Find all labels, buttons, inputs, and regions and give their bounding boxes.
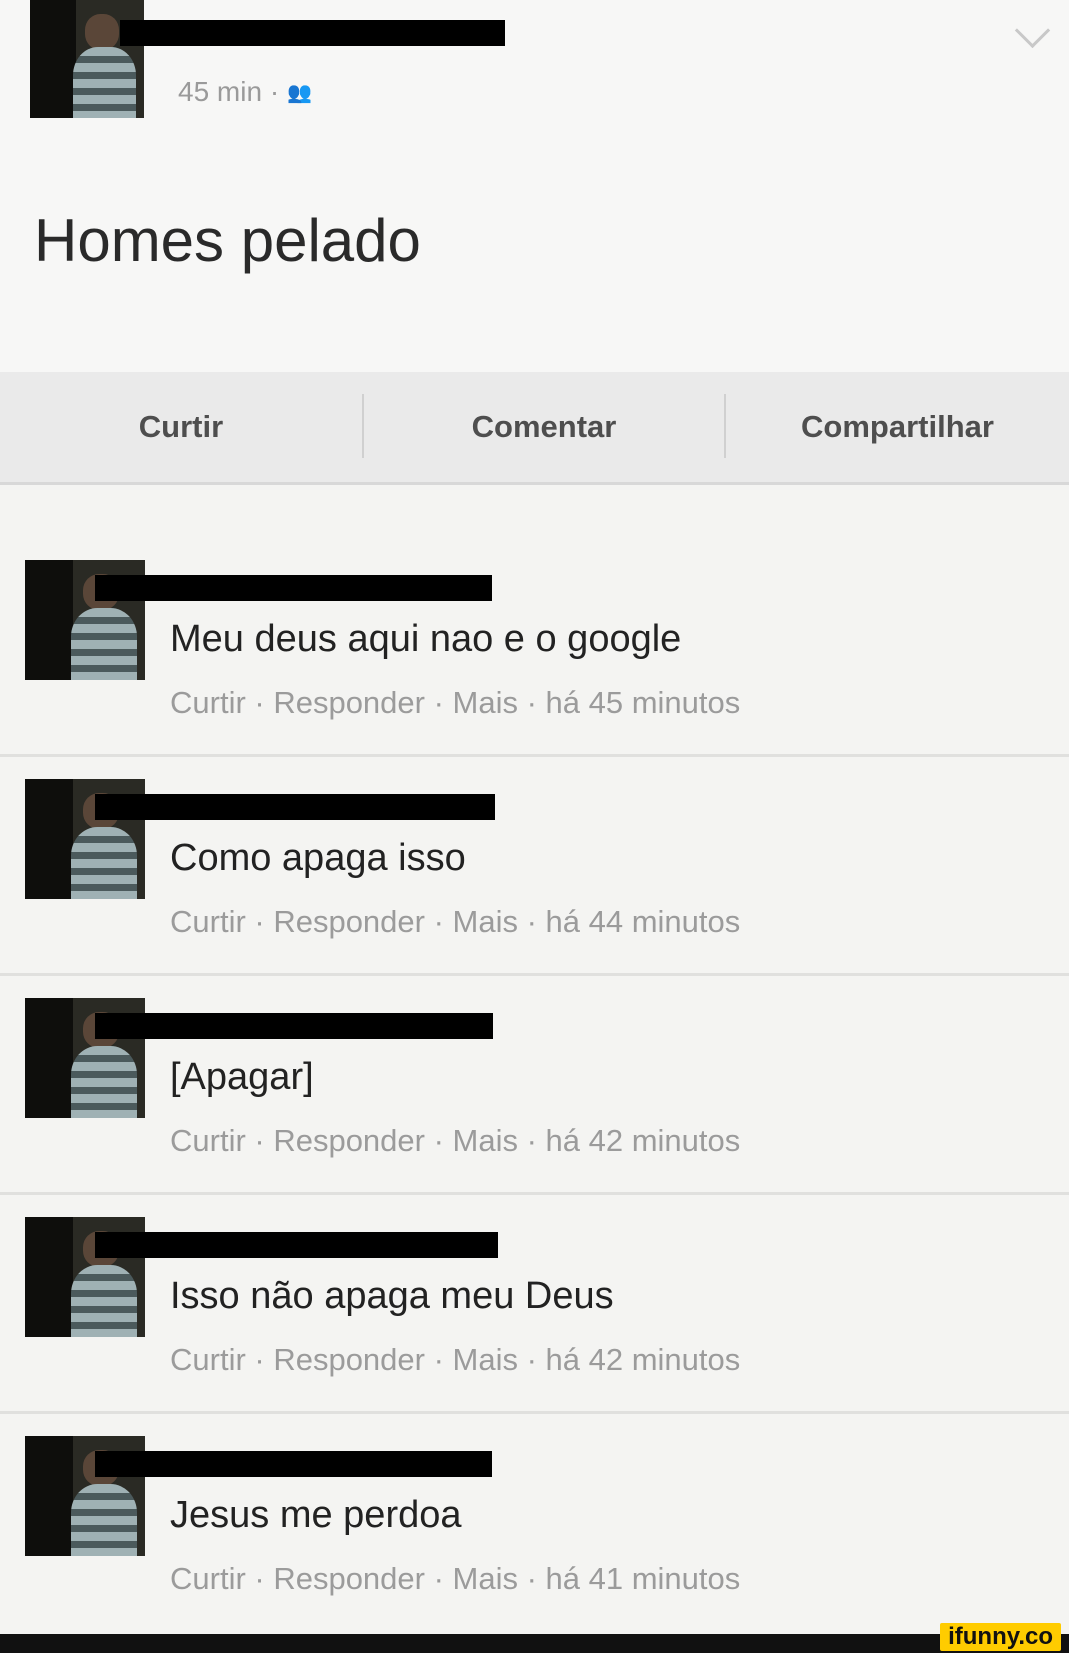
avatar-shirt	[70, 1265, 137, 1337]
avatar-shirt	[73, 47, 136, 118]
post-text: Homes pelado	[34, 207, 421, 274]
avatar-shirt	[70, 608, 137, 680]
avatar-hair	[25, 1436, 73, 1556]
author-avatar[interactable]	[30, 0, 144, 118]
avatar-shirt	[70, 1484, 137, 1556]
like-button[interactable]: Curtir	[0, 372, 362, 482]
ifunny-watermark: ifunny.co	[940, 1623, 1061, 1651]
redacted-commenter-name	[95, 794, 495, 820]
comment-text: Como apaga isso	[170, 837, 466, 879]
comment-text: Jesus me perdoa	[170, 1494, 462, 1536]
redacted-commenter-name	[95, 575, 492, 601]
post-time-text: 45 min ·	[178, 76, 280, 107]
facebook-post-screen: 45 min · 👥 Homes pelado Curtir Comentar …	[0, 0, 1069, 1634]
avatar-shirt	[70, 1046, 137, 1118]
redacted-author-name	[120, 20, 505, 46]
avatar-face	[84, 14, 119, 50]
avatar-hair	[30, 0, 76, 118]
avatar-hair	[25, 1217, 73, 1337]
comment-text: Isso não apaga meu Deus	[170, 1275, 614, 1317]
comment-item: Jesus me perdoa Curtir · Responder · Mai…	[0, 1411, 1069, 1630]
comment-actions[interactable]: Curtir · Responder · Mais · há 45 minuto…	[170, 685, 740, 721]
comment-text: [Apagar]	[170, 1056, 314, 1098]
comment-actions[interactable]: Curtir · Responder · Mais · há 44 minuto…	[170, 904, 740, 940]
avatar-hair	[25, 998, 73, 1118]
post-action-bar: Curtir Comentar Compartilhar	[0, 372, 1069, 485]
redacted-commenter-name	[95, 1013, 493, 1039]
redacted-commenter-name	[95, 1451, 492, 1477]
comment-item: [Apagar] Curtir · Responder · Mais · há …	[0, 973, 1069, 1195]
share-button[interactable]: Compartilhar	[726, 372, 1069, 482]
post-header: 45 min · 👥 Homes pelado	[0, 0, 1069, 372]
comment-item: Como apaga isso Curtir · Responder · Mai…	[0, 754, 1069, 976]
friends-icon: 👥	[287, 81, 313, 104]
comment-actions[interactable]: Curtir · Responder · Mais · há 42 minuto…	[170, 1123, 740, 1159]
avatar-hair	[25, 560, 73, 680]
post-timestamp: 45 min · 👥	[178, 76, 312, 108]
chevron-down-icon[interactable]	[1014, 12, 1051, 49]
avatar-hair	[25, 779, 73, 899]
comment-item: Meu deus aqui nao e o google Curtir · Re…	[0, 535, 1069, 757]
comment-actions[interactable]: Curtir · Responder · Mais · há 41 minuto…	[170, 1561, 740, 1597]
avatar-shirt	[70, 827, 137, 899]
comment-item: Isso não apaga meu Deus Curtir · Respond…	[0, 1192, 1069, 1414]
comment-actions[interactable]: Curtir · Responder · Mais · há 42 minuto…	[170, 1342, 740, 1378]
comment-button[interactable]: Comentar	[364, 372, 724, 482]
comment-text: Meu deus aqui nao e o google	[170, 618, 682, 660]
redacted-commenter-name	[95, 1232, 498, 1258]
